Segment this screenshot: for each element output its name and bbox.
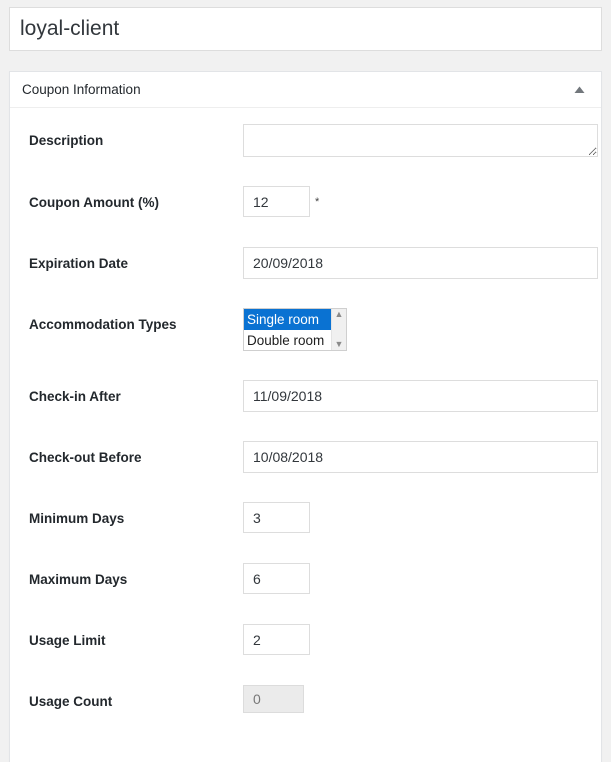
admin-page: Coupon Information Description Coupon Am… (0, 7, 611, 762)
maximum-days-field (243, 563, 601, 594)
field-row-checkin-after: Check-in After (10, 380, 601, 441)
field-row-description: Description (10, 124, 601, 186)
coupon-amount-input[interactable] (243, 186, 310, 217)
description-field (243, 124, 611, 157)
usage-count-field (243, 685, 601, 713)
triangle-up-icon[interactable] (569, 80, 589, 100)
usage-limit-field (243, 624, 601, 655)
maximum-days-label: Maximum Days (29, 572, 128, 587)
checkin-after-label: Check-in After (29, 389, 121, 404)
field-row-expiration-date: Expiration Date (10, 247, 601, 308)
metabox-header[interactable]: Coupon Information (10, 72, 601, 108)
required-asterisk: * (315, 196, 320, 208)
coupon-amount-wrapper: * (243, 186, 319, 217)
multiselect-scrollbar[interactable]: ▲ ▼ (331, 309, 346, 350)
field-row-usage-limit: Usage Limit (10, 624, 601, 685)
multiselect-option-double-room[interactable]: Double room (244, 330, 331, 350)
minimum-days-input[interactable] (243, 502, 310, 533)
metabox-title: Coupon Information (22, 82, 141, 97)
usage-count-label: Usage Count (29, 694, 113, 709)
post-title-input[interactable] (20, 15, 591, 43)
field-row-usage-count: Usage Count (10, 685, 601, 745)
usage-count-input (243, 685, 304, 713)
accommodation-types-multiselect[interactable]: Single room Double room ▲ ▼ (243, 308, 347, 351)
expiration-date-input[interactable] (243, 247, 598, 279)
expiration-date-field (243, 247, 611, 279)
field-row-maximum-days: Maximum Days (10, 563, 601, 624)
accommodation-types-field: Single room Double room ▲ ▼ (243, 308, 601, 351)
field-row-accommodation-types: Accommodation Types Single room Double r… (10, 308, 601, 380)
metabox-body: Description Coupon Amount (%) * Expirati… (10, 108, 601, 762)
maximum-days-input[interactable] (243, 563, 310, 594)
checkin-after-input[interactable] (243, 380, 598, 412)
description-textarea[interactable] (243, 124, 598, 157)
description-label: Description (29, 133, 104, 148)
multiselect-option-single-room[interactable]: Single room (244, 309, 331, 330)
coupon-amount-field: * (243, 186, 601, 217)
post-title-wrapper (9, 7, 602, 51)
field-row-coupon-amount: Coupon Amount (%) * (10, 186, 601, 247)
coupon-information-metabox: Coupon Information Description Coupon Am… (9, 71, 602, 762)
multiselect-option-list: Single room Double room (244, 309, 331, 350)
checkin-after-field (243, 380, 611, 412)
expiration-date-label: Expiration Date (29, 256, 129, 271)
field-row-minimum-days: Minimum Days (10, 502, 601, 563)
chevron-up-icon[interactable]: ▲ (335, 310, 344, 319)
minimum-days-label: Minimum Days (29, 511, 125, 526)
usage-limit-input[interactable] (243, 624, 310, 655)
field-row-checkout-before: Check-out Before (10, 441, 601, 502)
minimum-days-field (243, 502, 601, 533)
checkout-before-field (243, 441, 611, 473)
accommodation-types-label: Accommodation Types (29, 317, 177, 332)
coupon-amount-label: Coupon Amount (%) (29, 195, 159, 210)
chevron-down-icon[interactable]: ▼ (335, 340, 344, 349)
checkout-before-input[interactable] (243, 441, 598, 473)
checkout-before-label: Check-out Before (29, 450, 142, 465)
usage-limit-label: Usage Limit (29, 633, 106, 648)
